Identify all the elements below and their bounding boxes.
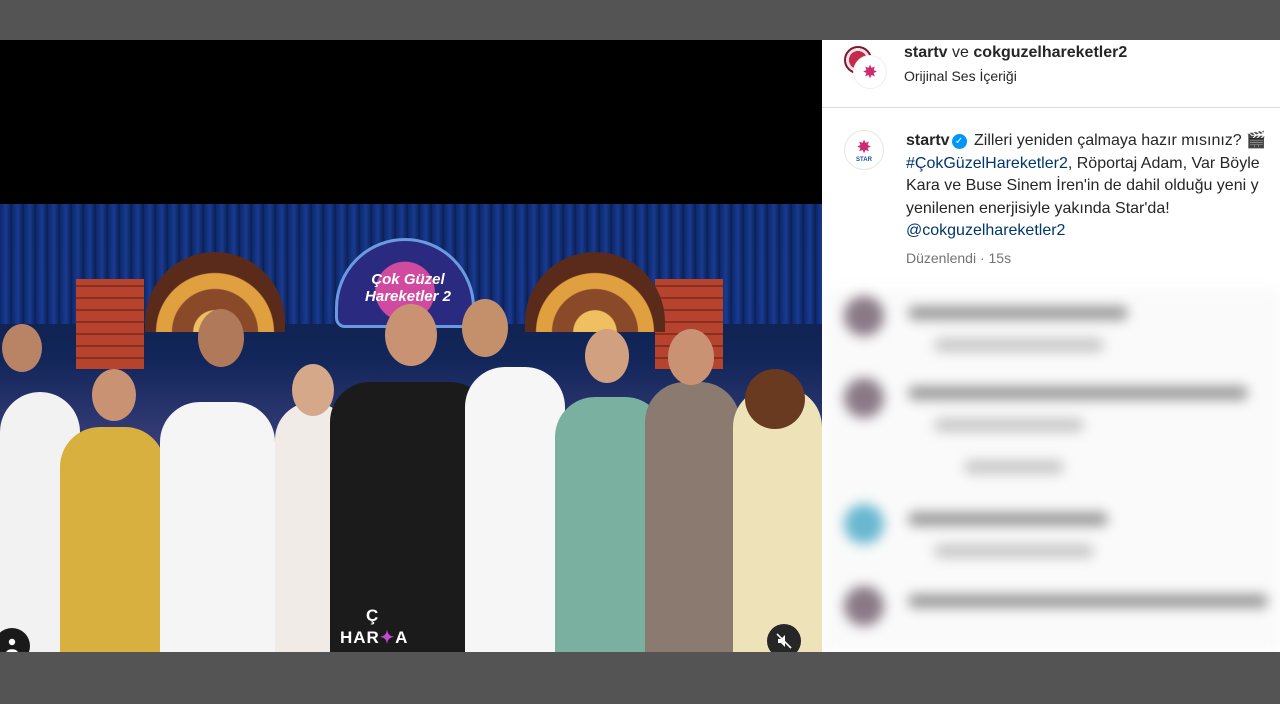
brick-pillar — [76, 279, 144, 369]
cast-member — [465, 367, 565, 652]
cast-member-head — [745, 369, 805, 429]
caption-meta: Düzenlendi · 15s — [906, 250, 1011, 266]
mention-link[interactable]: @cokguzelhareketler2 — [906, 222, 1065, 239]
list-item — [934, 338, 1104, 352]
cast-member-head — [292, 364, 334, 416]
cast-member-head — [385, 304, 437, 366]
audio-link[interactable]: Orijinal Ses İçeriği — [904, 68, 1017, 84]
person-icon — [6, 638, 18, 652]
meta-separator: · — [976, 250, 989, 266]
list-item — [908, 306, 1128, 320]
owner-username-link[interactable]: startv — [904, 44, 948, 61]
post-caption: ✸ STAR startv ✓ Zilleri yeniden çalmaya h… — [822, 120, 1280, 290]
caption-username-link[interactable]: startv — [906, 132, 950, 149]
avatar — [844, 378, 884, 418]
collaborator-username-link[interactable]: cokguzelhareketler2 — [973, 44, 1127, 61]
list-item — [964, 460, 1064, 474]
cast-member — [160, 402, 275, 652]
edited-label: Düzenlendi — [906, 250, 977, 266]
cast-member-head — [668, 329, 714, 385]
verified-badge-icon: ✓ — [951, 134, 967, 149]
list-item — [908, 594, 1268, 608]
cast-member-head — [462, 299, 508, 357]
avatar — [844, 504, 884, 544]
list-item — [934, 418, 1084, 432]
mute-toggle-button[interactable] — [767, 624, 801, 652]
list-item — [934, 544, 1094, 558]
post-owners: startv ve cokguzelhareketler2 — [904, 44, 1127, 62]
star-logo-icon: ✸ — [856, 136, 872, 157]
show-watermark: Ç HAR✦A — [340, 606, 409, 647]
caption-line: Kara ve Buse Sinem İren'in de dahil oldu… — [906, 177, 1259, 194]
collab-avatars[interactable]: ✸ — [842, 44, 886, 88]
avatar[interactable]: ✸ — [854, 56, 886, 88]
avatar-brand-text: STAR — [856, 156, 872, 163]
cast-member — [645, 382, 740, 652]
owner-joiner: ve — [952, 44, 969, 61]
modal-backdrop-top[interactable] — [0, 0, 1280, 40]
post-details-panel: ✸ startv ve cokguzelhareketler2 Orijinal… — [822, 40, 1280, 652]
post-timestamp[interactable]: 15s — [989, 250, 1012, 266]
star-logo-icon: ✸ — [862, 62, 878, 82]
comments-list-blurred — [824, 290, 1280, 652]
speaker-muted-icon — [776, 633, 792, 649]
post-header: ✸ startv ve cokguzelhareketler2 Orijinal… — [822, 40, 1280, 108]
cast-member-head — [198, 309, 244, 367]
cast-member-head — [585, 329, 629, 383]
avatar — [844, 296, 884, 336]
caption-text: startv ✓ Zilleri yeniden çalmaya hazır mı… — [906, 130, 1280, 243]
caption-line: , Röportaj Adam, Var Böyle — [1067, 154, 1260, 172]
caption-line: yenilenen enerjisiyle yakında Star'da! — [906, 199, 1170, 217]
cast-member — [60, 427, 165, 652]
list-item — [908, 386, 1248, 400]
hashtag-link[interactable]: #ÇokGüzelHareketler2 — [906, 155, 1068, 172]
modal-backdrop-bottom[interactable] — [0, 652, 1280, 704]
avatar[interactable]: ✸ STAR — [844, 130, 884, 170]
list-item — [908, 512, 1108, 526]
video-player[interactable]: Çok Güzel Hareketler 2 Ç HAR✦A — [0, 204, 822, 652]
cast-member-head — [2, 324, 42, 372]
cast-member-head — [92, 369, 136, 421]
caption-line: Zilleri yeniden çalmaya hazır mısınız? 🎬 — [974, 132, 1267, 149]
post-media[interactable]: Çok Güzel Hareketler 2 Ç HAR✦A — [0, 40, 822, 652]
avatar — [844, 586, 884, 626]
